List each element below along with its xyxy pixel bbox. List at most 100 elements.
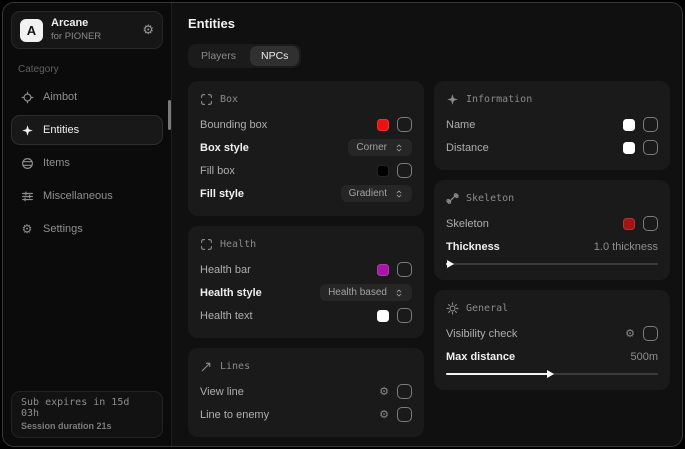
setting-row: Name bbox=[446, 113, 658, 136]
card-title: Health bbox=[220, 239, 256, 250]
tab-npcs[interactable]: NPCs bbox=[250, 46, 299, 66]
sidebar-item-settings[interactable]: ⚙ Settings bbox=[11, 214, 163, 244]
unfold-icon bbox=[394, 288, 404, 298]
brand-title: Arcane bbox=[51, 17, 101, 31]
setting-row: Box style Corner bbox=[200, 136, 412, 159]
card-information: Information Name Distance bbox=[434, 81, 670, 170]
sidebar-item-miscellaneous[interactable]: Miscellaneous bbox=[11, 181, 163, 211]
setting-row: View line ⚙ bbox=[200, 380, 412, 403]
crosshair-icon bbox=[20, 90, 34, 104]
slider-value: 1.0 thickness bbox=[594, 241, 658, 253]
config-gear-icon[interactable]: ⚙ bbox=[379, 385, 389, 398]
checkbox[interactable] bbox=[643, 326, 658, 341]
color-swatch[interactable] bbox=[377, 264, 389, 276]
color-swatch[interactable] bbox=[377, 119, 389, 131]
color-swatch[interactable] bbox=[623, 218, 635, 230]
sidebar: A Arcane for PIONER ⚙ Category Aimbot En… bbox=[3, 3, 172, 446]
setting-label: View line bbox=[200, 386, 244, 398]
setting-label: Skeleton bbox=[446, 218, 489, 230]
thickness-slider[interactable] bbox=[446, 259, 658, 269]
unfold-icon bbox=[394, 189, 404, 199]
color-swatch[interactable] bbox=[377, 165, 389, 177]
sidebar-item-aimbot[interactable]: Aimbot bbox=[11, 82, 163, 112]
sidebar-nav: Aimbot Entities Items Miscellaneous bbox=[11, 82, 163, 244]
checkbox[interactable] bbox=[643, 216, 658, 231]
setting-label: Fill style bbox=[200, 188, 244, 200]
sphere-icon bbox=[20, 156, 34, 170]
category-label: Category bbox=[18, 64, 156, 75]
slider-handle[interactable] bbox=[547, 370, 554, 378]
config-gear-icon[interactable]: ⚙ bbox=[625, 327, 635, 340]
checkbox[interactable] bbox=[643, 117, 658, 132]
brand-logo: A bbox=[20, 19, 43, 42]
setting-label: Thickness bbox=[446, 241, 500, 253]
setting-label: Box style bbox=[200, 142, 249, 154]
card-title: Skeleton bbox=[466, 193, 514, 204]
setting-row: Health text bbox=[200, 304, 412, 327]
sidebar-item-label: Items bbox=[43, 157, 70, 169]
card-box: Box Bounding box Box style Corner bbox=[188, 81, 424, 216]
config-gear-icon[interactable]: ⚙ bbox=[379, 408, 389, 421]
card-health: Health Health bar Health style Health ba… bbox=[188, 226, 424, 338]
setting-label: Distance bbox=[446, 142, 489, 154]
setting-row: Thickness 1.0 thickness bbox=[446, 235, 658, 258]
checkbox[interactable] bbox=[397, 384, 412, 399]
sidebar-item-items[interactable]: Items bbox=[11, 148, 163, 178]
frame-corners-icon bbox=[200, 93, 213, 106]
setting-row: Health style Health based bbox=[200, 281, 412, 304]
checkbox[interactable] bbox=[397, 308, 412, 323]
setting-row: Fill style Gradient bbox=[200, 182, 412, 205]
checkbox[interactable] bbox=[397, 262, 412, 277]
card-general: General Visibility check ⚙ Max distance … bbox=[434, 290, 670, 390]
target-tabs: Players NPCs bbox=[188, 44, 301, 68]
box-style-dropdown[interactable]: Corner bbox=[348, 139, 412, 156]
frame-corners-icon bbox=[200, 238, 213, 251]
setting-label: Name bbox=[446, 119, 475, 131]
checkbox[interactable] bbox=[397, 407, 412, 422]
setting-row: Distance bbox=[446, 136, 658, 159]
setting-row: Skeleton bbox=[446, 212, 658, 235]
checkbox[interactable] bbox=[397, 117, 412, 132]
bone-icon bbox=[446, 192, 459, 205]
fill-style-dropdown[interactable]: Gradient bbox=[341, 185, 412, 202]
diagonal-line-icon bbox=[200, 360, 213, 373]
dropdown-value: Corner bbox=[356, 142, 387, 153]
health-style-dropdown[interactable]: Health based bbox=[320, 284, 412, 301]
setting-label: Line to enemy bbox=[200, 409, 269, 421]
card-title: Information bbox=[466, 94, 532, 105]
gear-icon: ⚙ bbox=[20, 222, 34, 236]
sparkle-icon bbox=[20, 123, 34, 137]
dropdown-value: Health based bbox=[328, 287, 387, 298]
tab-players[interactable]: Players bbox=[190, 46, 247, 66]
sliders-icon bbox=[20, 189, 34, 203]
sub-expiry-text: Sub expires in 15d 03h bbox=[21, 397, 153, 419]
card-skeleton: Skeleton Skeleton Thickness 1.0 thicknes… bbox=[434, 180, 670, 280]
color-swatch[interactable] bbox=[623, 142, 635, 154]
setting-label: Bounding box bbox=[200, 119, 267, 131]
card-title: Box bbox=[220, 94, 238, 105]
sidebar-scrollbar[interactable] bbox=[168, 100, 171, 130]
setting-row: Fill box bbox=[200, 159, 412, 182]
checkbox[interactable] bbox=[397, 163, 412, 178]
max-distance-slider[interactable] bbox=[446, 369, 658, 379]
color-swatch[interactable] bbox=[377, 310, 389, 322]
setting-label: Health text bbox=[200, 310, 253, 322]
setting-label: Max distance bbox=[446, 351, 515, 363]
setting-row: Health bar bbox=[200, 258, 412, 281]
setting-row: Visibility check ⚙ bbox=[446, 322, 658, 345]
settings-gear-icon[interactable]: ⚙ bbox=[142, 23, 154, 38]
brand-header: A Arcane for PIONER ⚙ bbox=[11, 11, 163, 49]
color-swatch[interactable] bbox=[623, 119, 635, 131]
setting-row: Bounding box bbox=[200, 113, 412, 136]
main-panel: Entities Players NPCs Box Bounding box bbox=[172, 3, 682, 446]
sidebar-item-label: Aimbot bbox=[43, 91, 77, 103]
app-window: A Arcane for PIONER ⚙ Category Aimbot En… bbox=[2, 2, 683, 447]
sun-icon bbox=[446, 302, 459, 315]
slider-handle[interactable] bbox=[447, 260, 454, 268]
setting-row: Line to enemy ⚙ bbox=[200, 403, 412, 426]
setting-label: Health style bbox=[200, 287, 262, 299]
card-lines: Lines View line ⚙ Line to enemy ⚙ bbox=[188, 348, 424, 437]
setting-label: Visibility check bbox=[446, 328, 517, 340]
sidebar-item-entities[interactable]: Entities bbox=[11, 115, 163, 145]
checkbox[interactable] bbox=[643, 140, 658, 155]
